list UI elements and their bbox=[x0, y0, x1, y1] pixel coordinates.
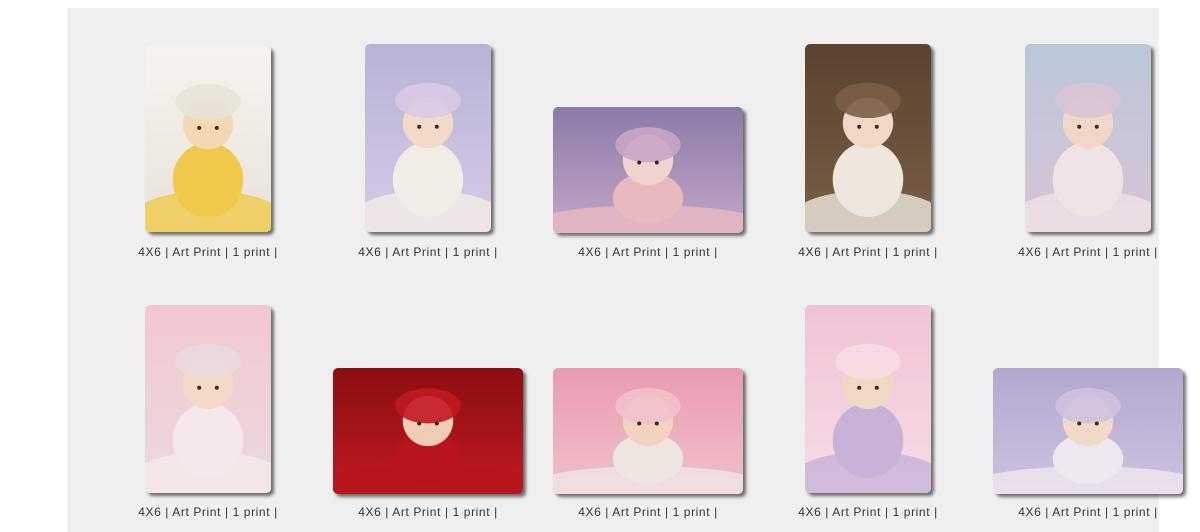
product-caption: 4X6 | Art Print | 1 print | bbox=[578, 505, 718, 519]
baby-rainbow-bonnet-photo bbox=[553, 368, 743, 494]
product-thumbnail[interactable] bbox=[1025, 44, 1151, 232]
product-caption: 4X6 | Art Print | 1 print | bbox=[798, 505, 938, 519]
product-thumbnail[interactable] bbox=[993, 368, 1183, 494]
product-caption: 4X6 | Art Print | 1 print | bbox=[1018, 505, 1158, 519]
product-caption: 4X6 | Art Print | 1 print | bbox=[358, 505, 498, 519]
product-caption: 4X6 | Art Print | 1 print | bbox=[138, 505, 278, 519]
baby-with-teddy-bear-photo bbox=[805, 44, 931, 232]
product-thumbnail[interactable] bbox=[805, 305, 931, 493]
baby-closeup-bonnet-photo bbox=[993, 368, 1183, 494]
product-thumbnail[interactable] bbox=[553, 107, 743, 233]
baby-in-purple-pot-photo bbox=[805, 305, 931, 493]
product-caption: 4X6 | Art Print | 1 print | bbox=[1018, 245, 1158, 259]
baby-on-bench-photo bbox=[1025, 44, 1151, 232]
product-thumbnail[interactable] bbox=[805, 44, 931, 232]
crawling-baby-photo bbox=[553, 107, 743, 233]
product-caption: 4X6 | Art Print | 1 print | bbox=[578, 245, 718, 259]
baby-in-tub-photo bbox=[145, 46, 271, 232]
baby-flower-bonnet-photo bbox=[365, 44, 491, 232]
product-caption: 4X6 | Art Print | 1 print | bbox=[798, 245, 938, 259]
gallery-panel: 4X6 | Art Print | 1 print | 4X6 | Art Pr… bbox=[67, 8, 1183, 532]
product-thumbnail[interactable] bbox=[145, 305, 271, 493]
product-thumbnail[interactable] bbox=[365, 44, 491, 232]
product-caption: 4X6 | Art Print | 1 print | bbox=[138, 245, 278, 259]
baby-red-dress-photo bbox=[333, 368, 523, 494]
product-thumbnail[interactable] bbox=[333, 368, 523, 494]
product-caption: 4X6 | Art Print | 1 print | bbox=[358, 245, 498, 259]
baby-pink-floral-photo bbox=[145, 305, 271, 493]
product-thumbnail[interactable] bbox=[553, 368, 743, 494]
product-thumbnail[interactable] bbox=[145, 46, 271, 232]
